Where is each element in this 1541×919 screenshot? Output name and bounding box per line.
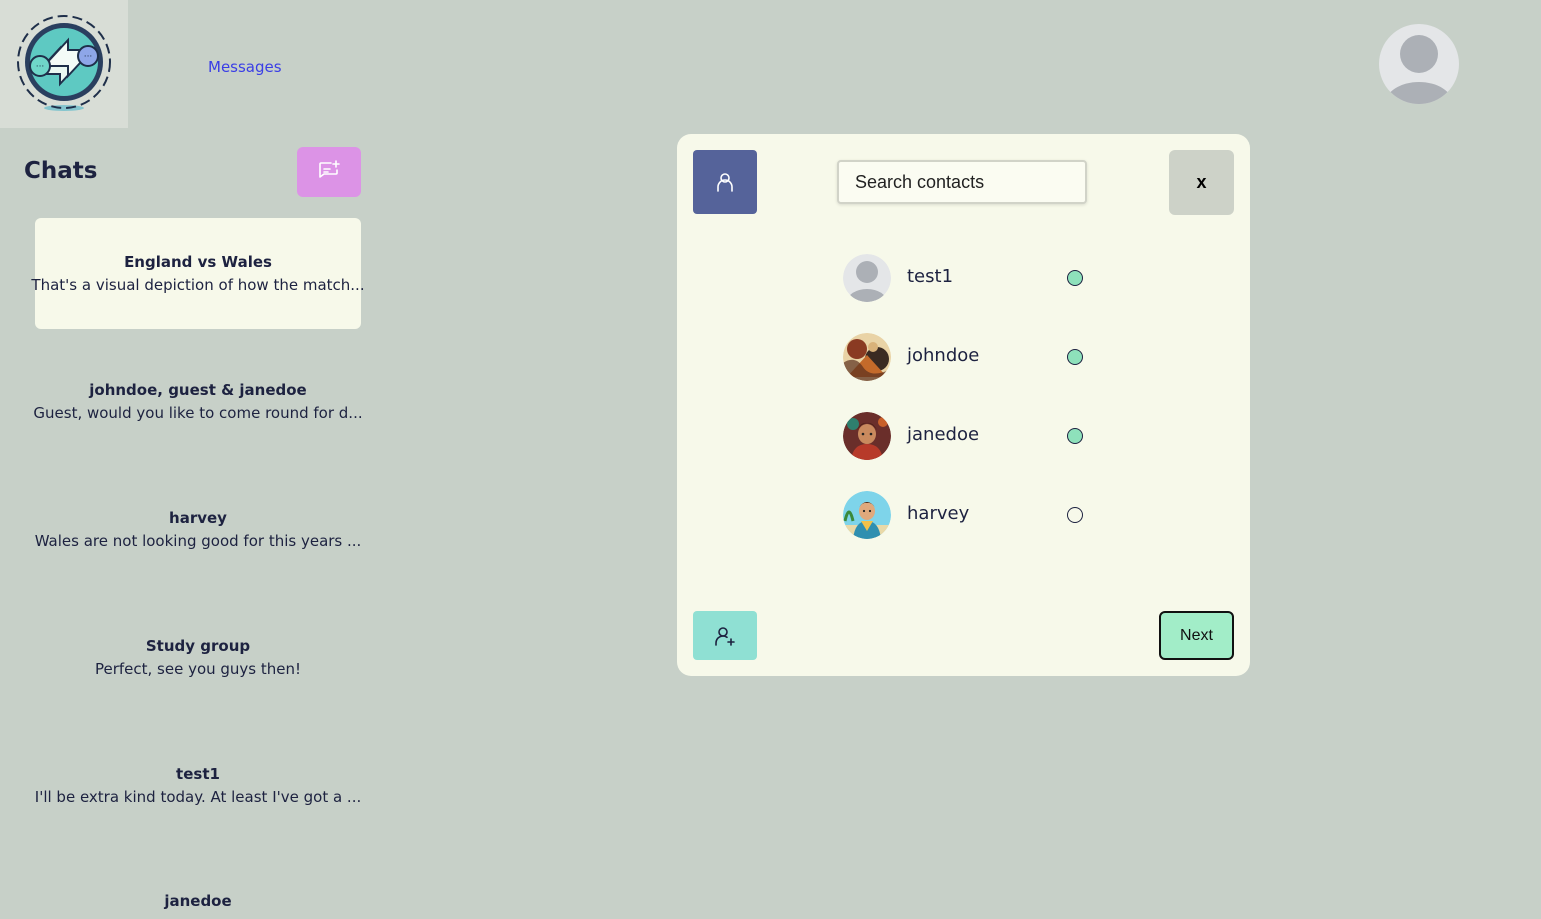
chat-item-group-johndoe-guest-janedoe[interactable]: johndoe, guest & janedoe Guest, would yo… [33,346,363,457]
nav-messages-link[interactable]: Messages [208,58,282,76]
svg-text:···: ··· [84,52,93,62]
chat-item-preview: I'll be extra kind today. At least I've … [34,788,362,806]
new-chat-button[interactable] [297,147,361,197]
app-logo[interactable]: ··· ··· [0,0,128,128]
contact-name: test1 [907,266,954,287]
chat-item-name: janedoe [164,892,232,910]
chat-item-preview: Wales are not looking good for this year… [34,532,362,550]
contact-row-janedoe[interactable]: janedoe [843,412,1093,460]
contact-row-harvey[interactable]: harvey [843,491,1093,539]
user-icon [717,173,733,192]
new-chat-modal: x test1 [677,134,1250,676]
chat-item-test1[interactable]: test1 I'll be extra kind today. At least… [35,730,361,841]
chat-item-janedoe[interactable]: janedoe [35,858,361,919]
add-contact-button[interactable] [693,611,757,660]
chat-item-name: England vs Wales [124,253,272,271]
photo-avatar [843,333,891,381]
chats-title: Chats [24,158,98,184]
contacts-button[interactable] [693,150,757,214]
chat-item-name: johndoe, guest & janedoe [89,381,307,399]
chat-item-study-group[interactable]: Study group Perfect, see you guys then! [35,602,361,713]
contact-row-johndoe[interactable]: johndoe [843,333,1093,381]
contact-avatar [843,254,891,302]
search-contacts-input[interactable] [837,160,1087,204]
contact-select-radio[interactable] [1067,507,1083,523]
chat-item-name: harvey [169,509,227,527]
contact-avatar [843,412,891,460]
photo-avatar [843,491,891,539]
chat-item-harvey[interactable]: harvey Wales are not looking good for th… [34,474,362,585]
user-avatar-icon [1379,24,1459,104]
chat-item-name: test1 [176,765,220,783]
contact-select-radio[interactable] [1067,428,1083,444]
contact-name: johndoe [907,345,980,366]
contact-name: janedoe [907,424,980,445]
chat-item-preview: Guest, would you like to come round for … [33,404,363,422]
message-plus-icon [319,160,340,178]
contact-select-radio[interactable] [1067,349,1083,365]
chat-item-preview: That's a visual depiction of how the mat… [31,276,365,294]
contact-name: harvey [907,503,970,524]
chat-item-name: Study group [145,637,251,655]
contact-avatar [843,333,891,381]
contact-avatar [843,491,891,539]
chat-item-england-vs-wales[interactable]: England vs Wales That's a visual depicti… [31,218,365,329]
photo-avatar [843,412,891,460]
next-button[interactable]: Next [1159,611,1234,660]
default-avatar-icon [843,254,891,302]
chat-item-preview: Perfect, see you guys then! [94,660,302,678]
user-plus-icon [715,626,735,646]
svg-text:···: ··· [36,62,45,72]
close-button[interactable]: x [1169,150,1234,215]
profile-avatar[interactable] [1379,24,1459,104]
contact-select-radio[interactable] [1067,270,1083,286]
chat-exchange-logo-icon: ··· ··· [17,15,111,111]
contact-row-test1[interactable]: test1 [843,254,1093,302]
